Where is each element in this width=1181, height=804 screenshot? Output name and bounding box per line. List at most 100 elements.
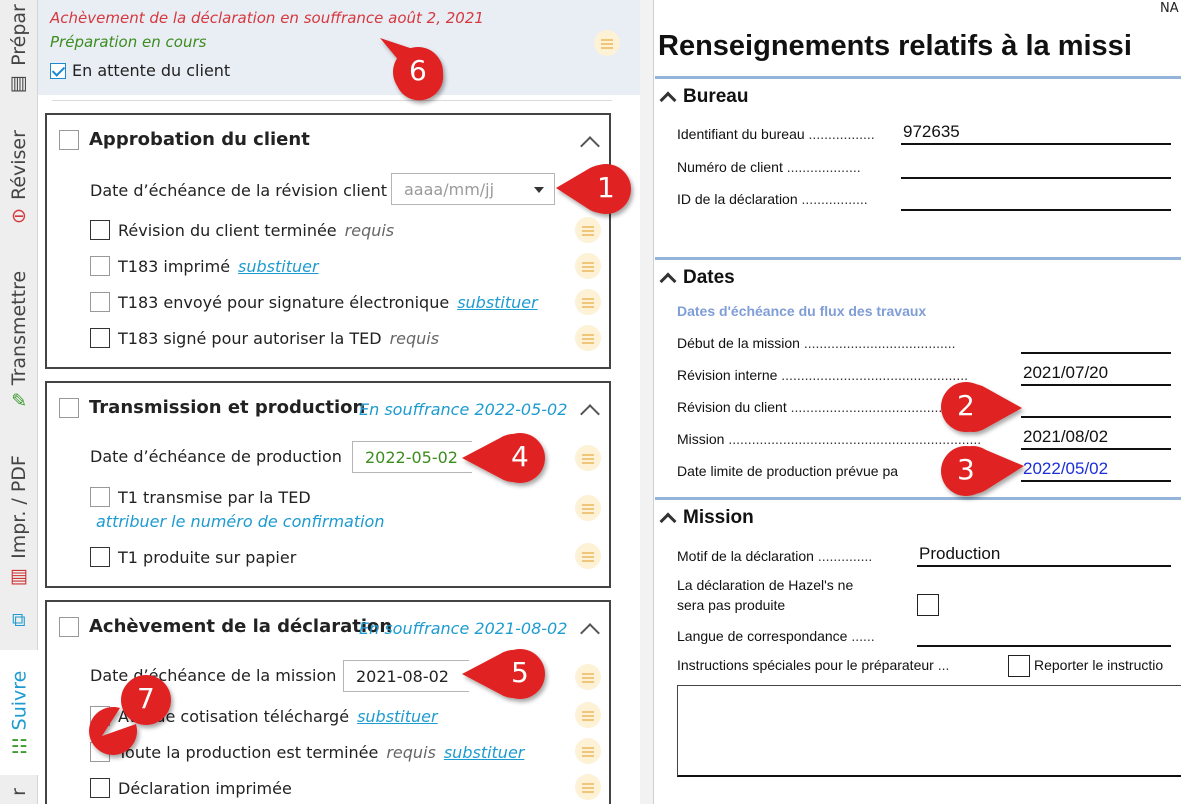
- section-checkbox[interactable]: [59, 616, 79, 637]
- tab-transmettre[interactable]: ✎ Transmettre: [0, 255, 38, 425]
- not-filed-checkbox[interactable]: [917, 594, 939, 616]
- bureau-heading: Bureau: [683, 86, 749, 107]
- section-checkbox[interactable]: [59, 397, 79, 418]
- language-field[interactable]: [917, 623, 1171, 647]
- collapse-caret-icon[interactable]: [659, 512, 677, 530]
- checklist-item[interactable]: T183 signé pour autoriser la TED requis: [90, 328, 439, 348]
- tab-preparer[interactable]: ▥ Prépar: [0, 0, 38, 95]
- form-title: Renseignements relatifs à la missi: [658, 30, 1132, 62]
- confirmation-link[interactable]: attribuer le numéro de confirmation: [96, 512, 384, 531]
- report-instructions-checkbox[interactable]: [1008, 655, 1030, 677]
- mission-heading: Mission: [683, 507, 754, 528]
- copy-icon: ⧉: [12, 609, 26, 631]
- item-checkbox[interactable]: [90, 328, 110, 348]
- date-value: 2021-08-02: [356, 666, 449, 686]
- note-icon[interactable]: [575, 289, 601, 315]
- chevron-up-icon[interactable]: [580, 404, 600, 424]
- item-checkbox[interactable]: [90, 220, 110, 240]
- tab-imprimer-pdf[interactable]: ▤ Impr. / PDF: [0, 440, 38, 600]
- checklist-item[interactable]: Toute la production est terminée requis …: [90, 742, 524, 762]
- note-icon[interactable]: [575, 738, 601, 764]
- section-rule: [655, 257, 1181, 260]
- tab-more-label: r: [8, 788, 30, 796]
- substitute-link[interactable]: substituer: [457, 293, 538, 312]
- item-label: T183 signé pour autoriser la TED: [118, 328, 382, 348]
- collapse-caret-icon[interactable]: [659, 272, 677, 290]
- required-tag: requis: [389, 328, 440, 348]
- item-checkbox[interactable]: [90, 742, 110, 762]
- item-label: Toute la production est terminée: [118, 742, 379, 762]
- checkbox-checked-icon[interactable]: [50, 62, 66, 79]
- tab-copy[interactable]: ⧉: [0, 600, 38, 640]
- item-checkbox[interactable]: [90, 487, 110, 507]
- field-label: Révision du client .....................…: [677, 399, 978, 415]
- field-label: Identifiant du bureau .................: [677, 126, 875, 142]
- date-placeholder: aaaa/mm/jj: [404, 179, 495, 199]
- item-checkbox[interactable]: [90, 778, 110, 798]
- field-label: Motif de la déclaration ..............: [677, 548, 873, 564]
- panel-scrollbar[interactable]: [640, 0, 654, 804]
- chevron-up-icon[interactable]: [580, 623, 600, 643]
- note-icon[interactable]: [575, 543, 601, 569]
- collapse-caret-icon[interactable]: [659, 91, 677, 109]
- client-number-field[interactable]: [901, 155, 1171, 179]
- dates-section-header[interactable]: Dates: [659, 267, 735, 290]
- item-checkbox[interactable]: [90, 256, 110, 276]
- section-rule: [655, 497, 1181, 500]
- section-title: Achèvement de la déclaration: [89, 616, 393, 637]
- divider: [52, 100, 612, 101]
- substitute-link[interactable]: substituer: [357, 707, 438, 726]
- dates-subheading: Dates d'échéance du flux des travaux: [677, 303, 927, 319]
- callout-6-number: 6: [409, 54, 427, 87]
- tab-suivre-label: Suivre: [8, 670, 31, 730]
- tab-transmettre-label: Transmettre: [8, 270, 30, 386]
- callout-2-number: 2: [957, 389, 975, 422]
- section-checkbox[interactable]: [59, 129, 79, 150]
- note-icon[interactable]: [575, 253, 601, 279]
- office-id-field[interactable]: 972635: [901, 121, 1171, 145]
- item-checkbox[interactable]: [90, 292, 110, 312]
- send-icon: ✎: [11, 390, 27, 413]
- required-tag: requis: [386, 742, 436, 762]
- internal-review-field[interactable]: 2021/07/20: [1021, 362, 1171, 386]
- field-label: Instructions spéciales pour le préparate…: [677, 657, 950, 673]
- checklist-item[interactable]: T1 transmise par la TED: [90, 487, 311, 507]
- checklist-item[interactable]: T1 produite sur papier: [90, 547, 296, 567]
- item-checkbox[interactable]: [90, 706, 110, 726]
- checklist-item[interactable]: T183 imprimé substituer: [90, 256, 319, 276]
- return-reason-field[interactable]: Production: [917, 543, 1171, 567]
- note-icon[interactable]: [575, 325, 601, 351]
- waiting-client-checkbox[interactable]: En attente du client: [50, 61, 230, 80]
- corner-label: NA: [1160, 1, 1179, 16]
- tab-reviser[interactable]: ⊖ Réviser: [0, 112, 38, 242]
- checklist-item[interactable]: T183 envoyé pour signature électronique …: [90, 292, 538, 312]
- return-id-field[interactable]: [901, 187, 1171, 211]
- chevron-up-icon[interactable]: [580, 136, 600, 156]
- note-icon[interactable]: [575, 774, 601, 800]
- tab-more[interactable]: r: [0, 780, 38, 804]
- checklist-item[interactable]: Déclaration imprimée: [90, 778, 292, 798]
- status-header: Achèvement de la déclaration en souffran…: [38, 0, 640, 95]
- workflow-icon: ☷: [10, 735, 28, 758]
- tab-suivre[interactable]: ☷ Suivre: [0, 650, 38, 775]
- special-instructions-textarea[interactable]: [677, 685, 1181, 777]
- mission-section-header[interactable]: Mission: [659, 507, 754, 530]
- bureau-section-header[interactable]: Bureau: [659, 86, 749, 109]
- section-status: En souffrance 2021-08-02: [359, 619, 568, 638]
- client-review-date-select[interactable]: aaaa/mm/jj: [391, 173, 555, 205]
- callout-1-number: 1: [597, 171, 615, 204]
- note-icon[interactable]: [594, 30, 620, 56]
- not-filed-label-line2: sera pas produite: [677, 597, 786, 613]
- mission-date-field[interactable]: 2021-08-02: [343, 660, 469, 692]
- substitute-link[interactable]: substituer: [444, 743, 525, 762]
- mission-start-field[interactable]: [1021, 330, 1171, 354]
- section-client-approval: Approbation du client Date d’échéance de…: [45, 113, 611, 369]
- field-label: Langue de correspondance ......: [677, 628, 875, 644]
- overdue-status: Achèvement de la déclaration en souffran…: [50, 9, 484, 27]
- waiting-client-label: En attente du client: [72, 61, 231, 80]
- production-date-field[interactable]: 2022-05-02: [352, 441, 472, 473]
- field-label: Révision interne .......................…: [677, 367, 968, 383]
- item-checkbox[interactable]: [90, 547, 110, 567]
- substitute-link[interactable]: substituer: [238, 257, 319, 276]
- checklist-item[interactable]: Révision du client terminée requis: [90, 220, 394, 240]
